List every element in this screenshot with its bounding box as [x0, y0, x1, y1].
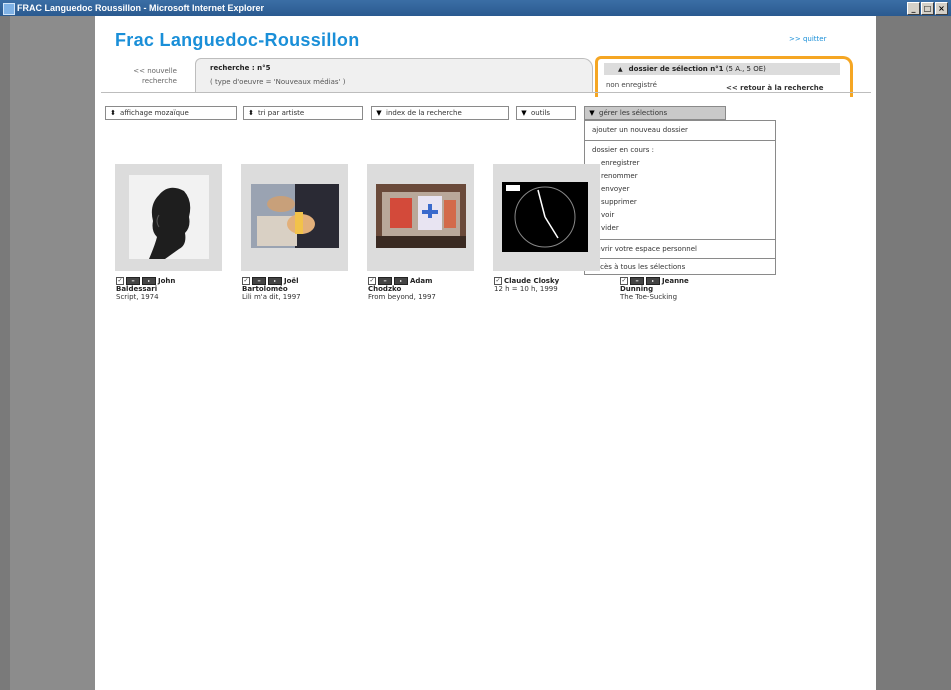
updown-arrows-icon: ⬍ — [248, 109, 254, 117]
window-titlebar: FRAC Languedoc Roussillon - Microsoft In… — [0, 0, 951, 16]
select-checkbox[interactable]: ✓ — [494, 277, 502, 285]
artwork-thumbnail[interactable] — [115, 164, 222, 271]
artist-first-name: Joël — [284, 277, 299, 285]
artwork-caption: ✓ Claude Closky 12 h = 10 h, 1999 — [494, 277, 559, 293]
video-badge-icon[interactable]: ▸ — [394, 277, 408, 285]
select-checkbox[interactable]: ✓ — [620, 277, 628, 285]
display-mode-label: affichage mozaïque — [120, 109, 189, 117]
close-button[interactable]: × — [935, 2, 948, 15]
updown-arrows-icon: ⬍ — [110, 109, 116, 117]
artwork-caption: ✓ ≡ ▸ John Baldessari Script, 1974 — [116, 277, 175, 301]
video-badge-icon[interactable]: ▸ — [268, 277, 282, 285]
hand-still-icon — [251, 184, 339, 248]
menu-rename[interactable]: renommer — [601, 172, 638, 180]
window-controls: _ □ × — [907, 2, 948, 15]
artist-last-name: Chodzko — [368, 285, 402, 293]
sort-label: tri par artiste — [258, 109, 305, 117]
info-badge-icon[interactable]: ≡ — [126, 277, 140, 285]
tab-divider — [101, 92, 871, 93]
video-badge-icon[interactable]: ▸ — [142, 277, 156, 285]
dropdown-arrow-icon: ▼ — [376, 109, 382, 117]
select-checkbox[interactable]: ✓ — [116, 277, 124, 285]
maximize-button[interactable]: □ — [921, 2, 934, 15]
selection-status: non enregistré — [606, 81, 657, 89]
index-label: index de la recherche — [386, 109, 462, 117]
clock-icon — [502, 182, 588, 252]
artwork-title[interactable]: From beyond, 1997 — [368, 293, 436, 301]
select-checkbox[interactable]: ✓ — [242, 277, 250, 285]
index-select[interactable]: ▼ index de la recherche — [371, 106, 509, 120]
search-criteria: ( type d'oeuvre = 'Nouveaux médias' ) — [210, 78, 346, 86]
quit-link[interactable]: >> quitter — [789, 35, 826, 43]
dropdown-arrow-icon: ▼ — [589, 109, 595, 117]
sort-arrows-icon: ▲ — [618, 66, 623, 73]
display-mode-select[interactable]: ⬍ affichage mozaïque — [105, 106, 237, 120]
artist-first-name: Adam — [410, 277, 433, 285]
artwork-title[interactable]: Lili m'a dit, 1997 — [242, 293, 301, 301]
menu-open-personal-space[interactable]: ouvrir votre espace personnel — [592, 245, 697, 253]
page-backdrop-right — [876, 16, 951, 690]
manage-selections-select[interactable]: ▼ gérer les sélections — [584, 106, 726, 120]
artwork-thumbnail[interactable] — [241, 164, 348, 271]
video-badge-icon[interactable]: ▸ — [646, 277, 660, 285]
stage-scene-icon — [376, 184, 466, 248]
new-search-line1: << nouvelle — [133, 67, 177, 75]
artwork-title[interactable]: Script, 1974 — [116, 293, 175, 301]
search-tab-title: recherche : n°5 — [210, 64, 271, 72]
selection-tab-header[interactable]: ▲ dossier de sélection n°1 (5 A., 5 OE) — [604, 63, 840, 75]
tools-label: outils — [531, 109, 551, 117]
menu-delete[interactable]: supprimer — [601, 198, 637, 206]
left-margin — [0, 16, 10, 690]
info-badge-icon[interactable]: ≡ — [630, 277, 644, 285]
info-badge-icon[interactable]: ≡ — [378, 277, 392, 285]
page-backdrop-left — [10, 16, 95, 690]
artist-last-name: Bartoloméo — [242, 285, 288, 293]
artwork-caption: ✓ ≡ ▸ Jeanne Dunning The Toe-Sucking — [620, 277, 689, 301]
back-to-search-link[interactable]: << retour à la recherche — [726, 84, 824, 92]
artist-name: Claude Closky — [504, 277, 560, 285]
artwork-thumbnail[interactable] — [367, 164, 474, 271]
portrait-profile-icon — [129, 175, 209, 259]
menu-separator — [585, 140, 775, 141]
select-checkbox[interactable]: ✓ — [368, 277, 376, 285]
selection-title: dossier de sélection n°1 — [628, 65, 724, 73]
artist-last-name: Baldessari — [116, 285, 158, 293]
artist-last-name: Dunning — [620, 285, 654, 293]
window-title: FRAC Languedoc Roussillon - Microsoft In… — [17, 3, 265, 13]
manage-selections-menu: ajouter un nouveau dossier dossier en co… — [584, 120, 776, 275]
ie-icon — [3, 3, 15, 15]
menu-save[interactable]: enregistrer — [601, 159, 639, 167]
dropdown-arrow-icon: ▼ — [521, 109, 527, 117]
menu-separator — [585, 239, 775, 240]
menu-view[interactable]: voir — [601, 211, 614, 219]
search-tab[interactable]: recherche : n°5 ( type d'oeuvre = 'Nouve… — [195, 58, 593, 93]
artwork-caption: ✓ ≡ ▸ Adam Chodzko From beyond, 1997 — [368, 277, 436, 301]
menu-empty[interactable]: vider — [601, 224, 619, 232]
site-title[interactable]: Frac Languedoc-Roussillon — [115, 30, 360, 51]
menu-all-selections[interactable]: accès à tous les sélections — [592, 263, 685, 271]
artwork-thumbnail[interactable] — [493, 164, 600, 271]
new-search-line2: recherche — [142, 77, 177, 85]
artwork-title[interactable]: The Toe-Sucking — [620, 293, 689, 301]
menu-send[interactable]: envoyer — [601, 185, 630, 193]
menu-add-folder[interactable]: ajouter un nouveau dossier — [592, 126, 688, 134]
selection-count: (5 A., 5 OE) — [725, 65, 766, 73]
menu-separator — [585, 258, 775, 259]
sort-select[interactable]: ⬍ tri par artiste — [243, 106, 363, 120]
new-search-link[interactable]: << nouvelle recherche — [117, 66, 177, 86]
manage-selections-label: gérer les sélections — [599, 109, 668, 117]
minimize-button[interactable]: _ — [907, 2, 920, 15]
tools-select[interactable]: ▼ outils — [516, 106, 576, 120]
selection-tab[interactable]: ▲ dossier de sélection n°1 (5 A., 5 OE) n… — [595, 56, 853, 97]
artwork-caption: ✓ ≡ ▸ Joël Bartoloméo Lili m'a dit, 1997 — [242, 277, 301, 301]
artist-first-name: Jeanne — [662, 277, 689, 285]
artwork-title[interactable]: 12 h = 10 h, 1999 — [494, 285, 559, 293]
artist-first-name: John — [158, 277, 176, 285]
page-content: Frac Languedoc-Roussillon >> quitter << … — [95, 16, 876, 690]
menu-current-folder-heading: dossier en cours : — [592, 146, 655, 154]
info-badge-icon[interactable]: ≡ — [252, 277, 266, 285]
